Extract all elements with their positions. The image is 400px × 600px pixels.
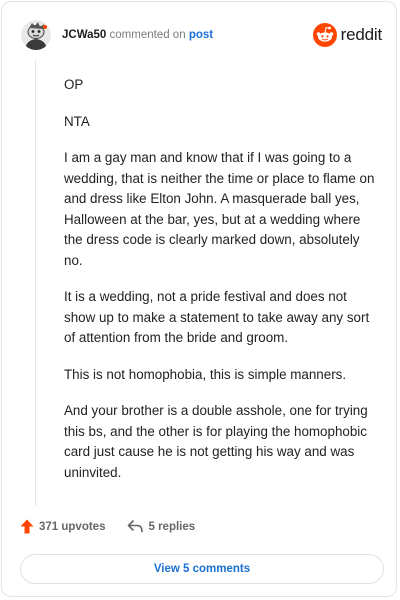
upvote-count: 371 upvotes [39,520,106,533]
comment-paragraph: NTA [64,113,90,129]
brand-wordmark: reddit [340,25,383,44]
comment-actions: 371 upvotes 5 replies [20,519,195,534]
replies-button[interactable]: 5 replies [127,520,195,533]
action-text: commented on [109,29,186,41]
reddit-logo-icon [312,23,337,47]
reply-count: 5 replies [148,520,196,533]
user-avatar[interactable] [21,20,51,50]
username-link[interactable]: JCWa50 [62,29,106,41]
reddit-brand[interactable]: reddit [312,23,383,47]
comment-paragraph: It is a wedding, not a pride festival an… [64,289,370,345]
upvote-button[interactable]: 371 upvotes [20,519,105,534]
comment-header: JCWa50 commented on post reddit [21,18,382,52]
reply-arrow-icon [128,520,144,533]
comment-paragraph: OP [64,77,84,92]
upvote-arrow-icon [20,519,34,534]
comment-paragraph: This is not homophobia, this is simple m… [64,366,347,382]
post-link[interactable]: post [189,29,213,41]
view-comments-button[interactable]: View 5 comments [20,554,384,584]
thread-line [35,60,36,506]
comment-byline: JCWa50 commented on post [62,29,213,41]
snoo-avatar-icon [21,20,51,50]
comment-paragraph: And your brother is a double asshole, on… [64,403,368,480]
comment-body: OP NTA I am a gay man and know that if I… [64,75,376,499]
comment-card: JCWa50 commented on post reddit OP NTA I… [1,1,397,597]
comment-paragraph: I am a gay man and know that if I was go… [64,150,375,268]
